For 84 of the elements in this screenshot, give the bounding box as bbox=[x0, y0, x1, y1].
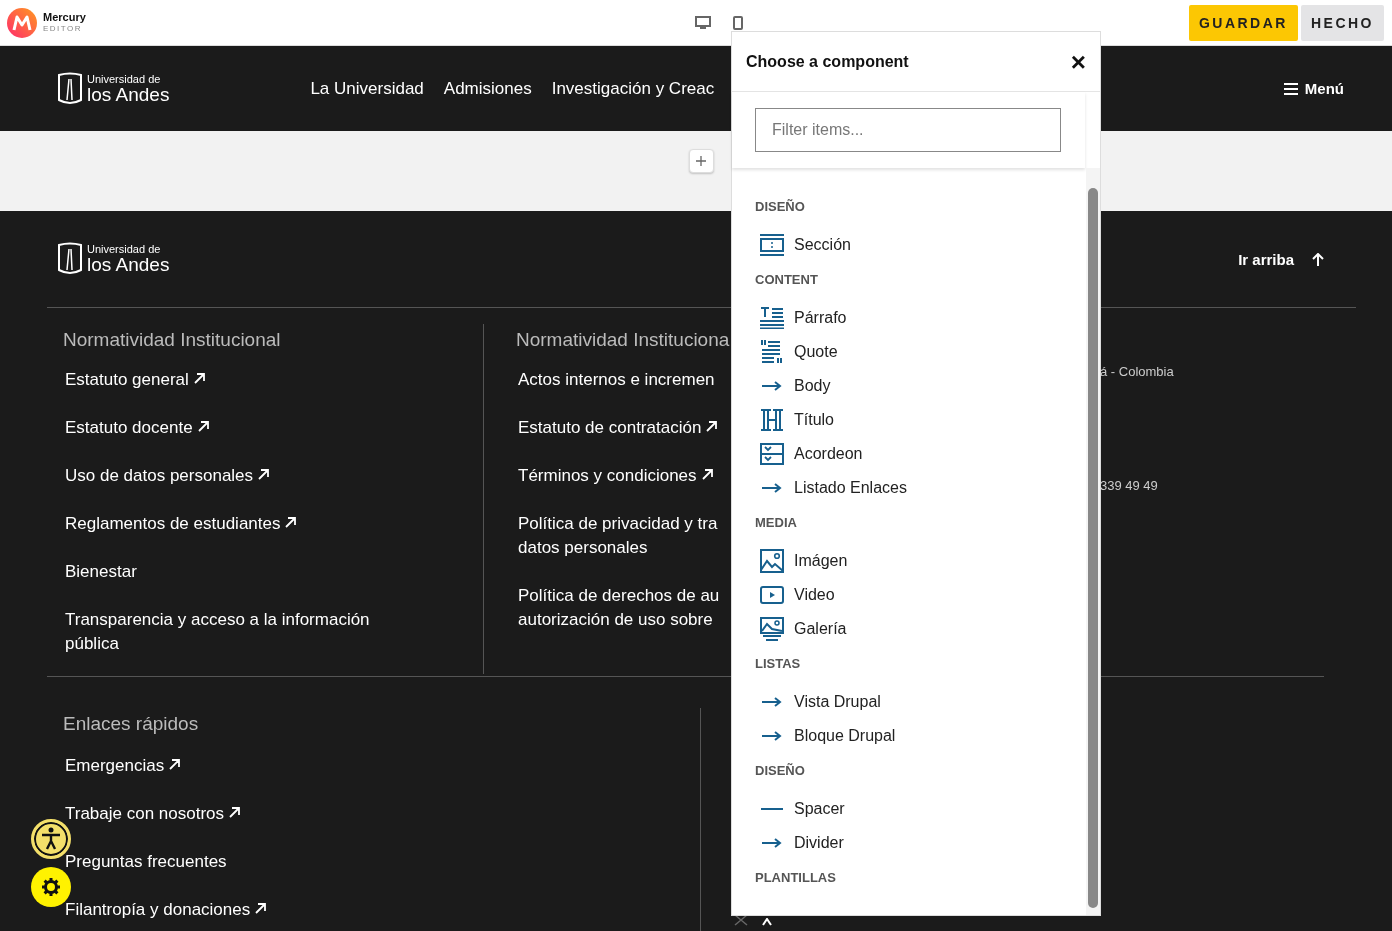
done-button[interactable]: HECHO bbox=[1300, 4, 1384, 41]
back-to-top-link[interactable]: Ir arriba bbox=[1238, 250, 1324, 268]
right-arrow-icon bbox=[760, 838, 784, 848]
group-heading: CONTENT bbox=[755, 272, 818, 287]
nav-link[interactable]: La Universidad bbox=[310, 78, 424, 99]
footer-link[interactable]: Uso de datos personales bbox=[65, 464, 271, 488]
footer-link[interactable]: Reglamentos de estudiantes bbox=[65, 512, 298, 536]
contact-text: 339 49 49 bbox=[1100, 478, 1158, 493]
footer-link[interactable]: Trabaje con nosotros bbox=[65, 805, 242, 823]
accordion-icon bbox=[760, 443, 784, 465]
accessibility-icon bbox=[40, 827, 62, 851]
logo-line: Universidad de bbox=[87, 244, 162, 255]
component-item[interactable]: Quote bbox=[760, 335, 880, 369]
close-button[interactable]: × bbox=[1070, 48, 1086, 75]
logo-line: Universidad de bbox=[87, 73, 162, 85]
plus-icon bbox=[696, 156, 706, 166]
heading-icon bbox=[760, 409, 784, 431]
nav-link[interactable]: Investigación y Creac bbox=[551, 78, 715, 99]
group-heading: DISEÑO bbox=[755, 199, 805, 214]
right-arrow-icon bbox=[760, 697, 784, 707]
scrollbar[interactable] bbox=[1086, 168, 1100, 915]
logo-title: los Andes bbox=[87, 255, 170, 274]
brand-subtitle: EDITOR bbox=[43, 25, 84, 33]
footer-link[interactable]: Términos y condiciones bbox=[518, 464, 714, 488]
footer-link[interactable]: Estatuto docente bbox=[65, 416, 210, 440]
component-item[interactable]: Listado Enlaces bbox=[760, 471, 907, 505]
logo-title: los Andes bbox=[87, 84, 170, 104]
group-heading: PLANTILLAS bbox=[755, 870, 836, 885]
component-item[interactable]: Divider bbox=[760, 826, 880, 860]
footer-link[interactable]: Estatuto general bbox=[65, 368, 206, 392]
brand-name: Mercury bbox=[43, 12, 86, 23]
column-heading: Normatividad Instituciona bbox=[516, 329, 730, 351]
video-icon bbox=[760, 586, 784, 604]
footer-link[interactable]: Transparencia y acceso a la información pública bbox=[65, 608, 405, 656]
settings-icon bbox=[42, 878, 60, 896]
column-heading: Normatividad Institucional bbox=[63, 329, 281, 351]
footer-link[interactable]: Filantropía y donaciones bbox=[65, 901, 268, 919]
right-arrow-icon bbox=[760, 381, 784, 391]
shield-icon bbox=[57, 71, 83, 106]
panel-title: Choose a component bbox=[746, 52, 909, 71]
filter-field[interactable]: Filter items... bbox=[755, 108, 1061, 152]
component-item[interactable]: Bloque Drupal bbox=[760, 719, 896, 753]
footer-link[interactable]: Bienestar bbox=[65, 560, 137, 584]
component-item[interactable]: Acordeon bbox=[760, 437, 880, 471]
gallery-icon bbox=[760, 617, 784, 641]
paragraph-icon bbox=[760, 307, 784, 329]
menu-button[interactable]: Menú bbox=[1283, 80, 1344, 97]
group-heading: MEDIA bbox=[755, 515, 797, 530]
shield-icon bbox=[57, 242, 83, 276]
caret-icon[interactable] bbox=[762, 918, 772, 926]
footer-link[interactable]: Actos internos e incremen bbox=[518, 368, 715, 392]
component-item[interactable]: Video bbox=[760, 578, 880, 612]
component-item[interactable]: Vista Drupal bbox=[760, 685, 881, 719]
right-arrow-icon bbox=[760, 483, 784, 493]
component-item[interactable]: Spacer bbox=[760, 792, 880, 826]
component-item[interactable]: Galería bbox=[760, 612, 880, 646]
add-button[interactable] bbox=[688, 149, 714, 173]
component-item[interactable]: Título bbox=[760, 403, 880, 437]
menu-icon bbox=[1283, 82, 1298, 95]
component-item[interactable]: Párrafo bbox=[760, 301, 880, 335]
up-arrow-icon bbox=[1312, 252, 1324, 266]
x-icon[interactable] bbox=[734, 914, 748, 926]
contact-text: á - Colombia bbox=[1100, 364, 1174, 379]
footer-link[interactable]: Preguntas frecuentes bbox=[65, 853, 227, 871]
footer-link[interactable]: Emergencias bbox=[65, 757, 182, 775]
line-icon bbox=[760, 808, 784, 810]
component-item[interactable]: Body bbox=[760, 369, 880, 403]
section-icon bbox=[760, 234, 784, 256]
component-item[interactable]: Imágen bbox=[760, 544, 880, 578]
group-heading: LISTAS bbox=[755, 656, 801, 671]
nav-link[interactable]: Admisiones bbox=[443, 78, 532, 99]
group-heading: DISEÑO bbox=[755, 763, 805, 778]
mobile-icon[interactable] bbox=[733, 15, 743, 30]
footer-link[interactable]: Estatuto de contratación bbox=[518, 416, 719, 440]
footer-link[interactable]: Política de derechos de au autorización de uso sobre bbox=[518, 584, 731, 632]
quote-icon bbox=[760, 340, 784, 364]
footer-link[interactable]: Política de privacidad y tra datos personales bbox=[518, 512, 731, 560]
right-arrow-icon bbox=[760, 731, 784, 741]
desktop-icon[interactable] bbox=[695, 15, 711, 30]
mercury-logo-icon bbox=[6, 6, 38, 39]
component-item[interactable]: Sección bbox=[760, 228, 880, 262]
image-icon bbox=[760, 549, 784, 573]
column-heading: Enlaces rápidos bbox=[63, 713, 199, 735]
save-button[interactable]: GUARDAR bbox=[1188, 4, 1298, 41]
